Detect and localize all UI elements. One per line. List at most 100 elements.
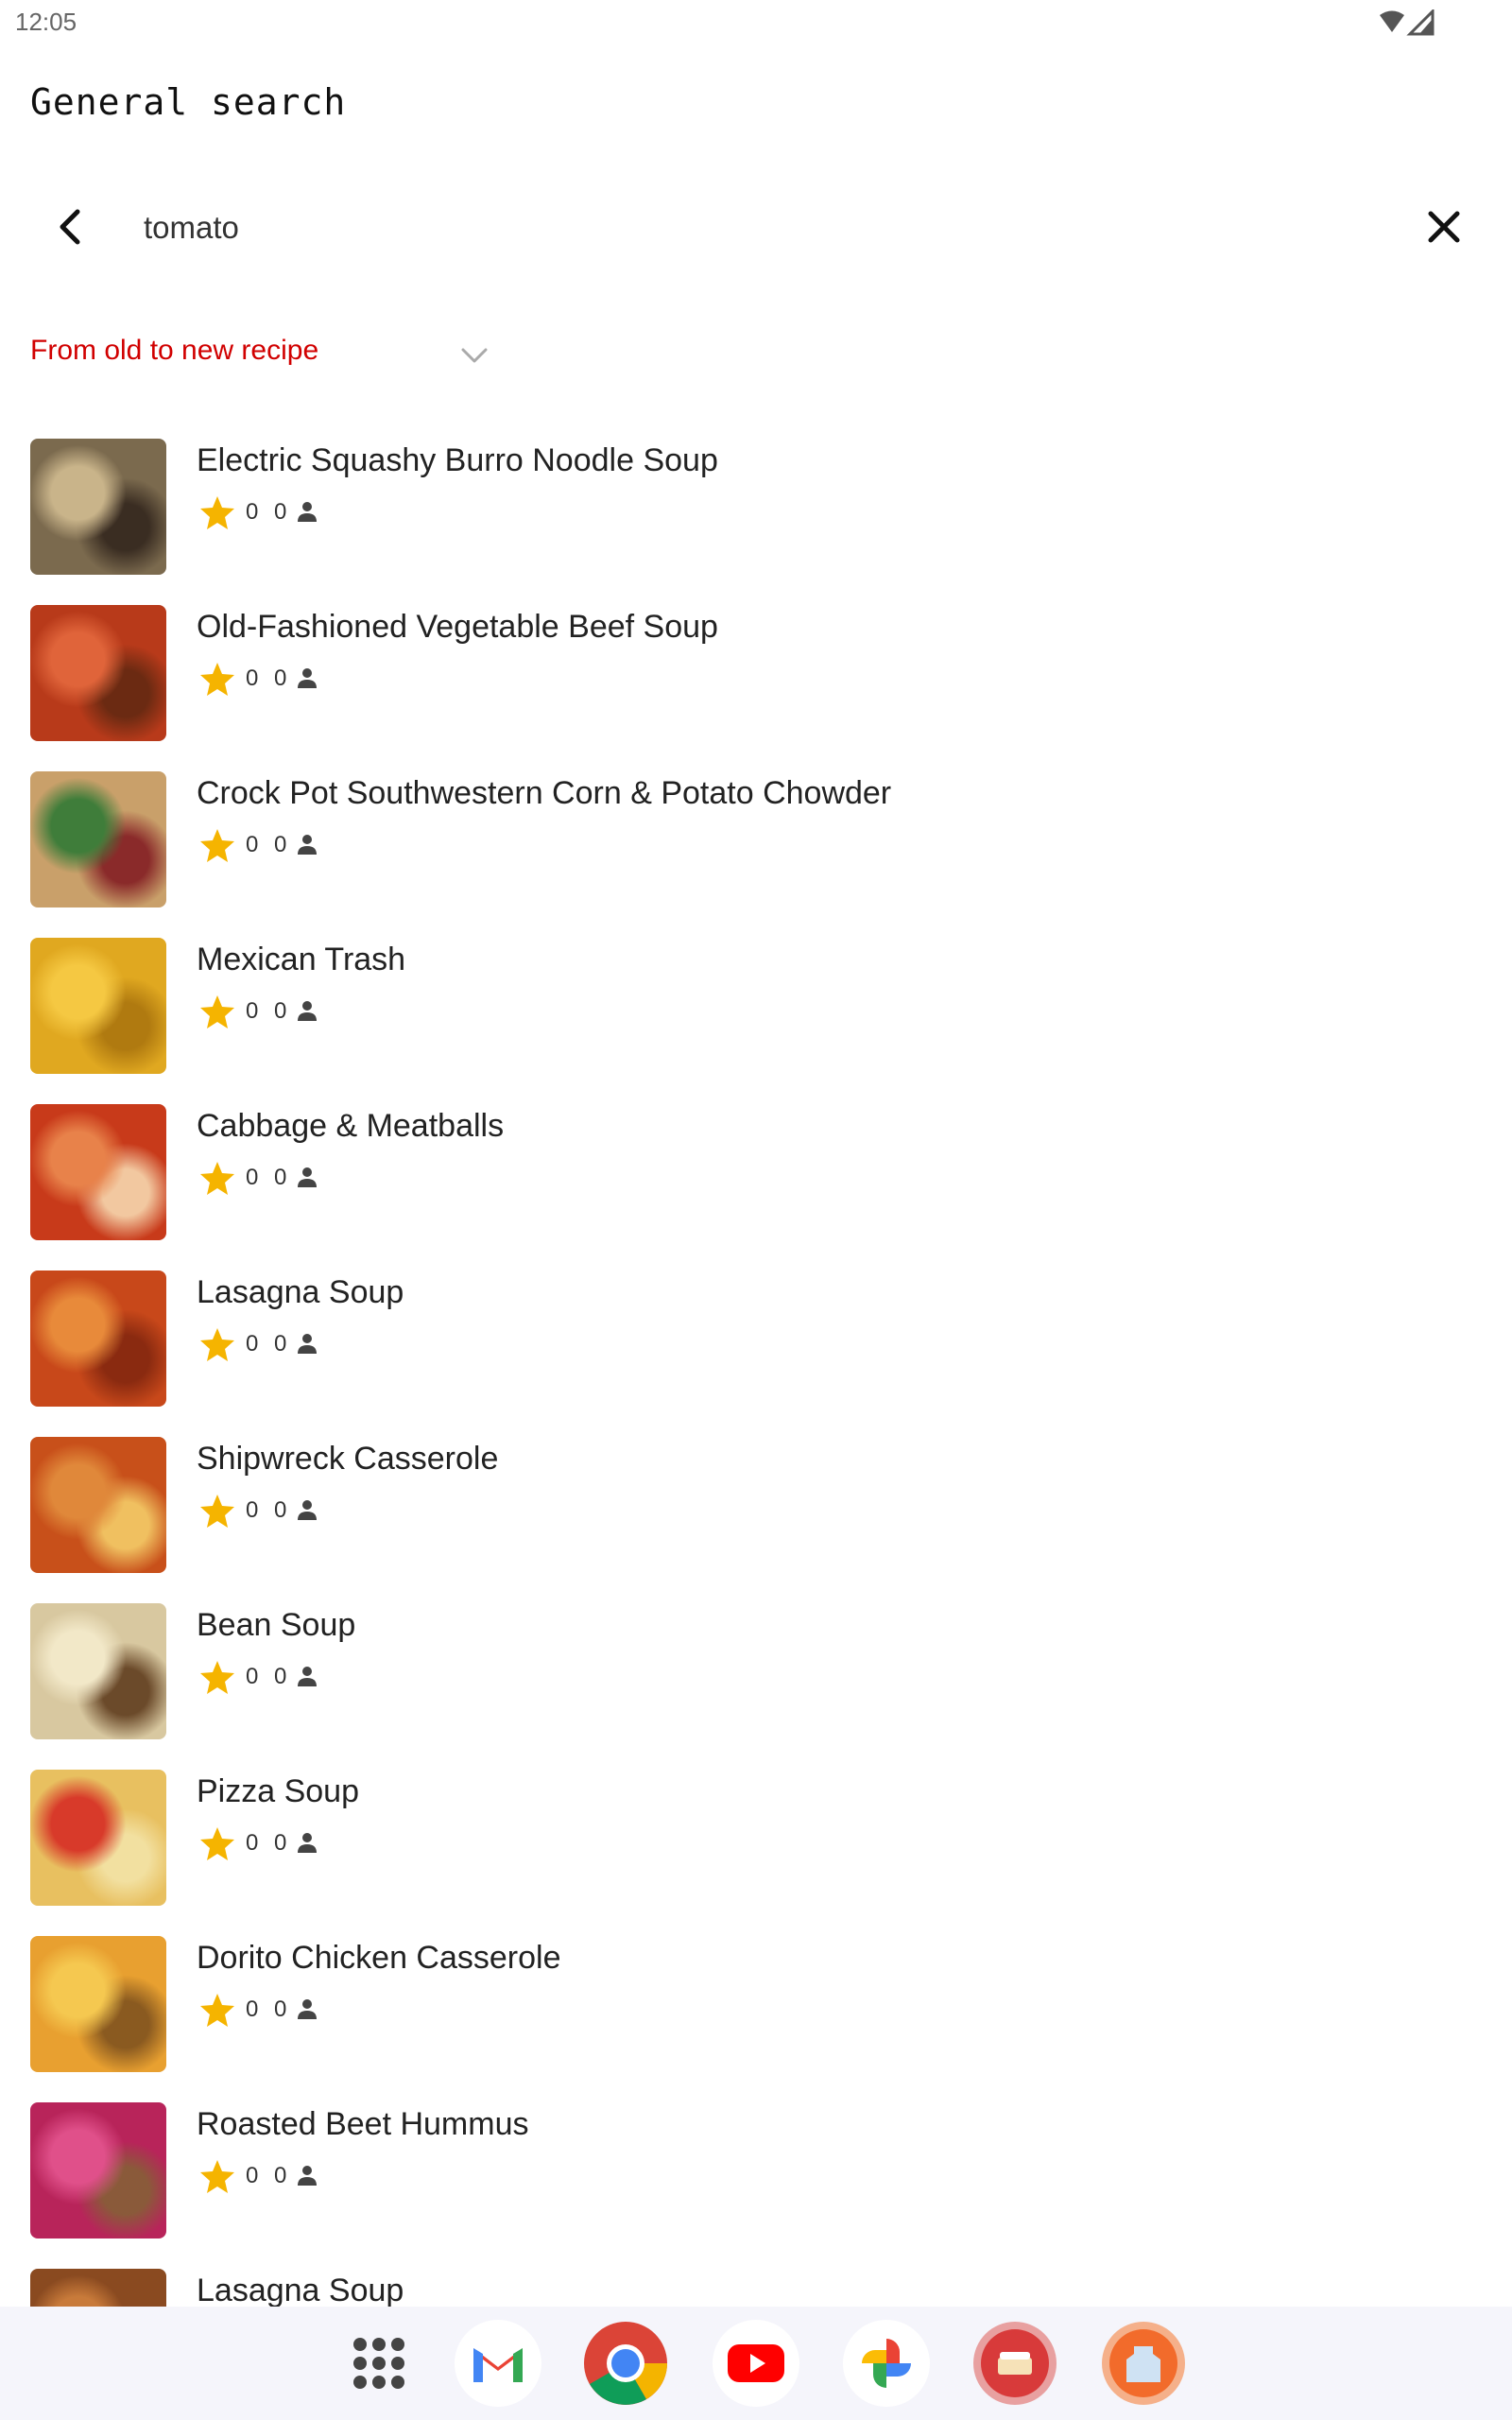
rating-value: 0 xyxy=(246,1664,259,1689)
rating-value: 0 xyxy=(246,499,259,525)
star-icon xyxy=(200,995,234,1028)
star-icon xyxy=(200,1994,234,2027)
person-icon xyxy=(298,668,317,688)
rating-count: 0 xyxy=(274,1331,287,1357)
rating-value: 0 xyxy=(246,1165,259,1190)
app-drawer-icon[interactable] xyxy=(335,2320,422,2407)
recipe-thumbnail xyxy=(30,1104,166,1240)
person-icon xyxy=(298,1999,317,2019)
photos-icon[interactable] xyxy=(843,2320,930,2407)
recipe-row[interactable]: Lasagna Soup 0 0 xyxy=(0,2269,1512,2307)
recipe-rating: 0 0 xyxy=(198,1991,387,2029)
star-icon xyxy=(200,663,234,696)
rating-value: 0 xyxy=(246,998,259,1024)
recipe-title: Crock Pot Southwestern Corn & Potato Cho… xyxy=(197,775,892,811)
recipe-title: Dorito Chicken Casserole xyxy=(197,1940,561,1976)
recipe-title: Mexican Trash xyxy=(197,942,406,977)
recipe-rating: 0 0 xyxy=(198,2157,387,2195)
star-icon xyxy=(200,1495,234,1528)
rating-count: 0 xyxy=(274,998,287,1024)
recipe-thumbnail xyxy=(30,1770,166,1906)
recipe-app-icon[interactable] xyxy=(971,2320,1058,2407)
star-icon xyxy=(200,496,234,529)
star-icon xyxy=(200,1827,234,1860)
rating-value: 0 xyxy=(246,666,259,691)
recipe-rating: 0 0 xyxy=(198,1325,387,1363)
star-icon xyxy=(200,1661,234,1694)
recipe-thumbnail xyxy=(30,938,166,1074)
recipe-row[interactable]: Shipwreck Casserole 0 0 xyxy=(0,1437,1512,1603)
person-icon xyxy=(298,1667,317,1686)
back-arrow-icon[interactable] xyxy=(45,200,98,253)
rating-value: 0 xyxy=(246,1497,259,1523)
recipe-thumbnail xyxy=(30,2269,166,2307)
recipe-row[interactable]: Roasted Beet Hummus 0 0 xyxy=(0,2102,1512,2269)
sort-label: From old to new recipe xyxy=(30,335,319,366)
recipe-row[interactable]: Pizza Soup 0 0 xyxy=(0,1770,1512,1936)
recipe-rating: 0 0 xyxy=(198,1492,387,1530)
recipe-thumbnail xyxy=(30,1603,166,1739)
rating-count: 0 xyxy=(274,1664,287,1689)
recipe-row[interactable]: Electric Squashy Burro Noodle Soup 0 0 xyxy=(0,439,1512,605)
chevron-down-icon xyxy=(461,348,488,363)
star-icon xyxy=(200,2160,234,2193)
chrome-icon[interactable] xyxy=(582,2320,669,2407)
recipe-row[interactable]: Dorito Chicken Casserole 0 0 xyxy=(0,1936,1512,2102)
rating-value: 0 xyxy=(246,1830,259,1856)
gmail-icon[interactable] xyxy=(455,2320,541,2407)
person-icon xyxy=(298,1001,317,1021)
app-dock xyxy=(0,2307,1512,2420)
status-bar: 12:05 xyxy=(0,0,1512,49)
rating-value: 0 xyxy=(246,832,259,857)
rating-count: 0 xyxy=(274,499,287,525)
search-input[interactable] xyxy=(142,200,1374,255)
star-icon xyxy=(200,1162,234,1195)
recipe-rating: 0 0 xyxy=(198,493,387,531)
youtube-icon[interactable] xyxy=(713,2320,799,2407)
recipe-list: Electric Squashy Burro Noodle Soup 0 0 O… xyxy=(0,439,1512,2307)
recipe-rating: 0 0 xyxy=(198,993,387,1030)
rating-count: 0 xyxy=(274,832,287,857)
star-icon xyxy=(200,829,234,862)
recipe-row[interactable]: Crock Pot Southwestern Corn & Potato Cho… xyxy=(0,771,1512,938)
recipe-row[interactable]: Mexican Trash 0 0 xyxy=(0,938,1512,1104)
recipe-thumbnail xyxy=(30,1270,166,1407)
rating-value: 0 xyxy=(246,2163,259,2188)
apron-app-icon[interactable] xyxy=(1100,2320,1187,2407)
sort-dropdown[interactable]: From old to new recipe xyxy=(30,331,503,378)
person-icon xyxy=(298,1334,317,1354)
rating-count: 0 xyxy=(274,1497,287,1523)
recipe-title: Lasagna Soup xyxy=(197,1274,404,1310)
recipe-row[interactable]: Cabbage & Meatballs 0 0 xyxy=(0,1104,1512,1270)
person-icon xyxy=(298,1167,317,1187)
rating-count: 0 xyxy=(274,666,287,691)
person-icon xyxy=(298,1833,317,1853)
recipe-row[interactable]: Bean Soup 0 0 xyxy=(0,1603,1512,1770)
close-icon[interactable] xyxy=(1418,200,1470,253)
rating-count: 0 xyxy=(274,1165,287,1190)
recipe-thumbnail xyxy=(30,1936,166,2072)
wifi-icon xyxy=(1380,10,1404,32)
recipe-title: Shipwreck Casserole xyxy=(197,1441,499,1477)
page-title: General search xyxy=(30,81,347,123)
recipe-rating: 0 0 xyxy=(198,1159,387,1197)
recipe-title: Electric Squashy Burro Noodle Soup xyxy=(197,442,718,478)
recipe-rating: 0 0 xyxy=(198,660,387,698)
status-icons xyxy=(1380,9,1435,36)
recipe-rating: 0 0 xyxy=(198,1824,387,1862)
person-icon xyxy=(298,1500,317,1520)
recipe-title: Roasted Beet Hummus xyxy=(197,2106,529,2142)
recipe-title: Cabbage & Meatballs xyxy=(197,1108,505,1144)
star-icon xyxy=(200,1328,234,1361)
recipe-row[interactable]: Lasagna Soup 0 0 xyxy=(0,1270,1512,1437)
recipe-thumbnail xyxy=(30,439,166,575)
rating-count: 0 xyxy=(274,2163,287,2188)
rating-count: 0 xyxy=(274,1996,287,2022)
recipe-title: Pizza Soup xyxy=(197,1773,359,1809)
recipe-thumbnail xyxy=(30,1437,166,1573)
person-icon xyxy=(298,2166,317,2186)
status-time: 12:05 xyxy=(15,8,77,36)
recipe-row[interactable]: Old-Fashioned Vegetable Beef Soup 0 0 xyxy=(0,605,1512,771)
rating-value: 0 xyxy=(246,1331,259,1357)
rating-count: 0 xyxy=(274,1830,287,1856)
